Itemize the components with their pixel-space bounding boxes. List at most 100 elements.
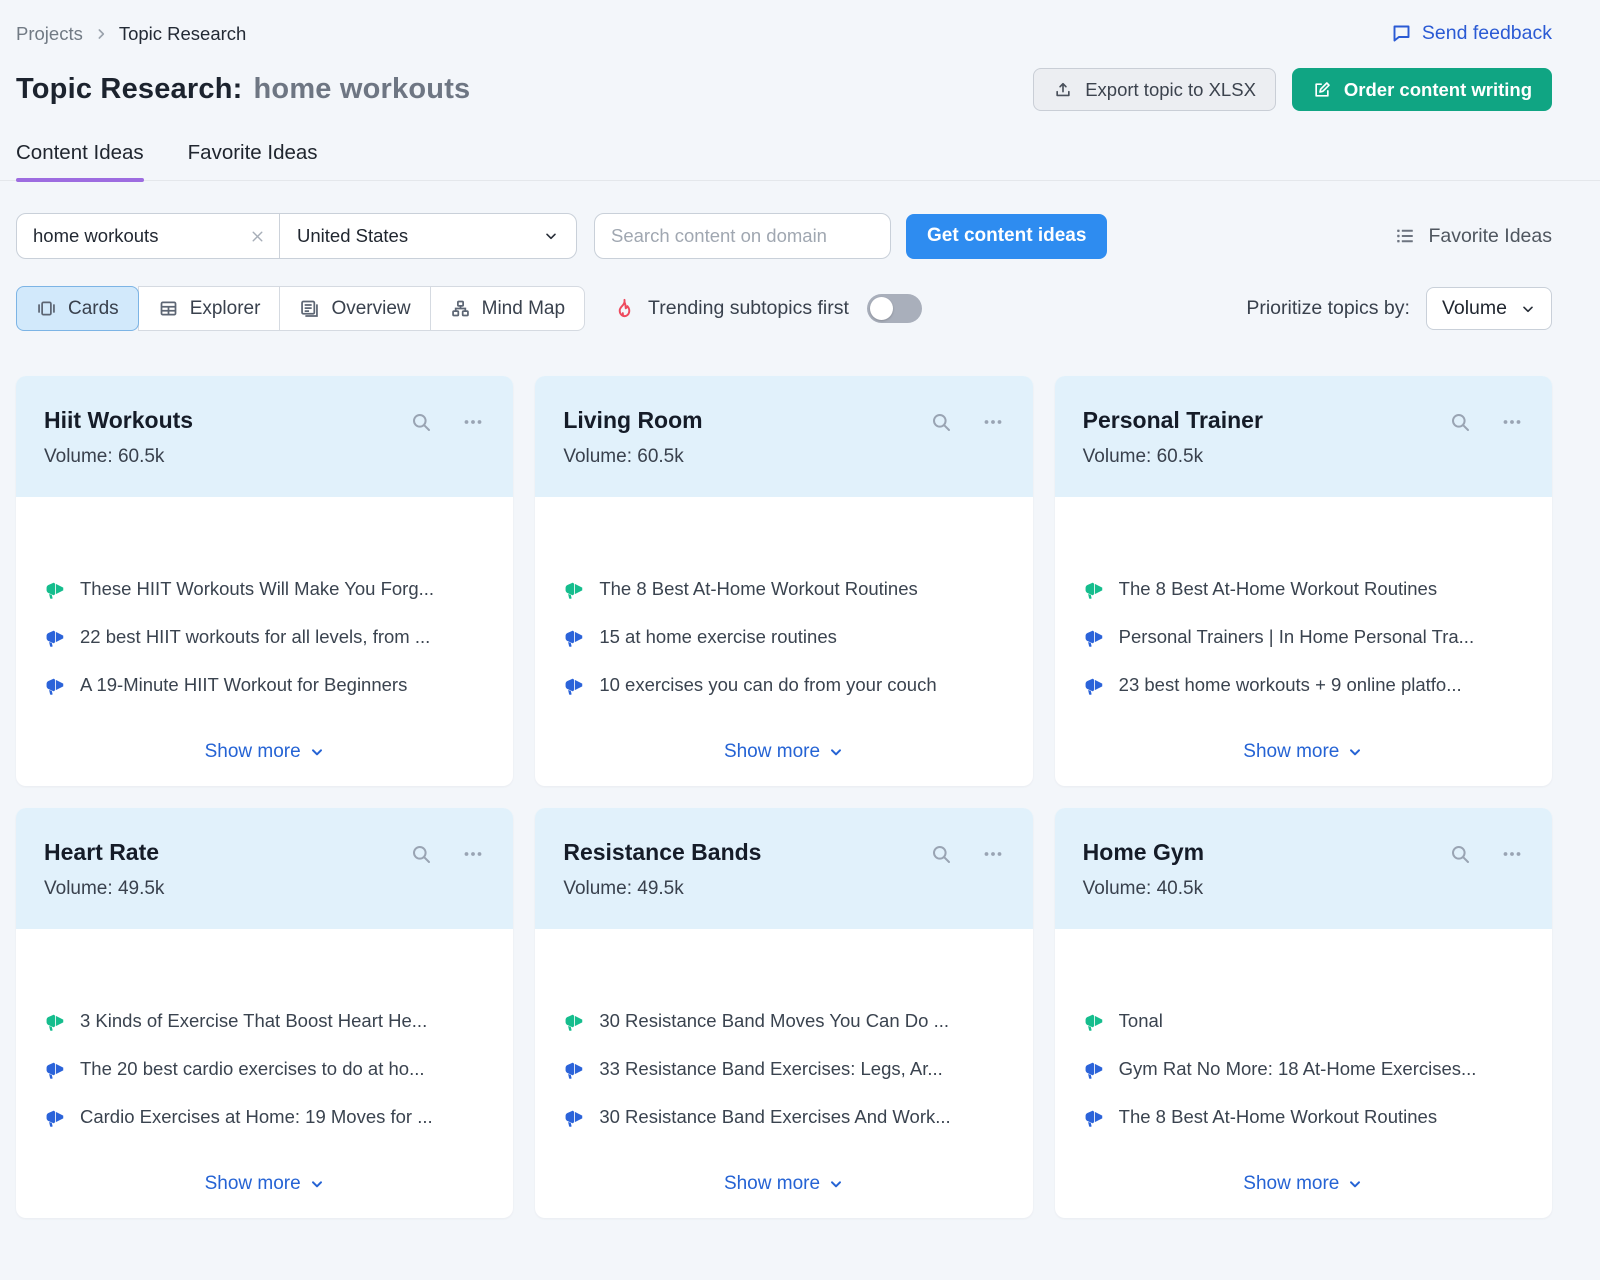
headline-text: 33 Resistance Band Exercises: Legs, Ar..… <box>599 1058 942 1080</box>
card-actions <box>929 410 1005 434</box>
headline-item[interactable]: 3 Kinds of Exercise That Boost Heart He.… <box>44 1010 485 1032</box>
card-volume-value: 40.5k <box>1157 878 1203 899</box>
show-more-button[interactable]: Show more <box>1237 1172 1369 1196</box>
headline-item[interactable]: Gym Rat No More: 18 At-Home Exercises... <box>1083 1058 1524 1080</box>
headline-item[interactable]: The 8 Best At-Home Workout Routines <box>1083 578 1524 600</box>
show-more-button[interactable]: Show more <box>199 1172 331 1196</box>
card-search-icon[interactable] <box>409 842 433 866</box>
card-search-icon[interactable] <box>1448 842 1472 866</box>
page-title: Topic Research:home workouts <box>16 73 470 106</box>
topic-query-input[interactable] <box>17 225 235 247</box>
headline-item[interactable]: The 8 Best At-Home Workout Routines <box>1083 1106 1524 1128</box>
flame-icon <box>613 297 636 320</box>
topic-card: Resistance Bands Volume: 49.5k 30 Resist… <box>535 808 1032 1218</box>
card-search-icon[interactable] <box>409 410 433 434</box>
headline-text: A 19-Minute HIIT Workout for Beginners <box>80 674 407 696</box>
headline-list: The 8 Best At-Home Workout Routines Perso… <box>1083 578 1524 696</box>
card-header: Personal Trainer Volume: 60.5k <box>1055 376 1552 497</box>
tabs-wrap: Content Ideas Favorite Ideas <box>0 141 1600 181</box>
card-title: Hiit Workouts <box>44 407 193 434</box>
card-volume: Volume: 49.5k <box>563 878 1004 900</box>
headline-item[interactable]: These HIIT Workouts Will Make You Forg..… <box>44 578 485 600</box>
page-title-prefix: Topic Research: <box>16 73 242 105</box>
headline-item[interactable]: 33 Resistance Band Exercises: Legs, Ar..… <box>563 1058 1004 1080</box>
card-more-icon[interactable] <box>461 410 485 434</box>
headline-list: Tonal Gym Rat No More: 18 At-Home Exercis… <box>1083 1010 1524 1128</box>
edit-icon <box>1312 80 1332 100</box>
card-title: Home Gym <box>1083 839 1204 866</box>
card-more-icon[interactable] <box>1500 842 1524 866</box>
headline-item[interactable]: Tonal <box>1083 1010 1524 1032</box>
card-body: The 8 Best At-Home Workout Routines 15 at… <box>535 497 1032 786</box>
headline-text: The 8 Best At-Home Workout Routines <box>1119 578 1437 600</box>
card-search-icon[interactable] <box>1448 410 1472 434</box>
send-feedback-link[interactable]: Send feedback <box>1391 22 1552 45</box>
tab-content-ideas[interactable]: Content Ideas <box>16 141 144 180</box>
view-mode-overview[interactable]: Overview <box>279 286 430 331</box>
order-content-writing-button[interactable]: Order content writing <box>1292 68 1552 111</box>
headline-item[interactable]: 30 Resistance Band Moves You Can Do ... <box>563 1010 1004 1032</box>
domain-search-input[interactable] <box>594 213 891 259</box>
title-row: Topic Research:home workouts Export topi… <box>0 68 1600 111</box>
breadcrumb-link[interactable]: Projects <box>16 23 83 45</box>
get-content-ideas-button[interactable]: Get content ideas <box>906 214 1107 259</box>
headline-item[interactable]: The 8 Best At-Home Workout Routines <box>563 578 1004 600</box>
card-more-icon[interactable] <box>1500 410 1524 434</box>
prioritize-value: Volume <box>1442 297 1507 320</box>
headline-list: These HIIT Workouts Will Make You Forg..… <box>44 578 485 696</box>
megaphone-icon <box>1083 1106 1105 1128</box>
view-mode-explorer[interactable]: Explorer <box>138 286 281 331</box>
card-actions <box>409 410 485 434</box>
megaphone-icon <box>563 626 585 648</box>
card-header: Heart Rate Volume: 49.5k <box>16 808 513 929</box>
card-more-icon[interactable] <box>461 842 485 866</box>
export-topic-button[interactable]: Export topic to XLSX <box>1033 68 1276 111</box>
card-more-icon[interactable] <box>981 842 1005 866</box>
megaphone-icon <box>563 1010 585 1032</box>
card-title: Heart Rate <box>44 839 159 866</box>
show-more-label: Show more <box>1243 1173 1339 1195</box>
headline-item[interactable]: Personal Trainers | In Home Personal Tra… <box>1083 626 1524 648</box>
headline-item[interactable]: A 19-Minute HIIT Workout for Beginners <box>44 674 485 696</box>
prioritize-dropdown[interactable]: Volume <box>1426 287 1552 330</box>
headline-item[interactable]: 10 exercises you can do from your couch <box>563 674 1004 696</box>
card-search-icon[interactable] <box>929 410 953 434</box>
tab-favorite-ideas[interactable]: Favorite Ideas <box>188 141 318 180</box>
headline-item[interactable]: 22 best HIIT workouts for all levels, fr… <box>44 626 485 648</box>
card-search-icon[interactable] <box>929 842 953 866</box>
view-mode-label: Mind Map <box>482 298 565 320</box>
chevron-down-icon <box>1347 1176 1363 1192</box>
headline-item[interactable]: 30 Resistance Band Exercises And Work... <box>563 1106 1004 1128</box>
country-select[interactable]: United States <box>280 214 576 258</box>
mindmap-icon <box>450 298 471 319</box>
card-title: Living Room <box>563 407 702 434</box>
headline-item[interactable]: 23 best home workouts + 9 online platfo.… <box>1083 674 1524 696</box>
show-more-button[interactable]: Show more <box>199 740 331 764</box>
show-more-label: Show more <box>1243 741 1339 763</box>
prioritize-label: Prioritize topics by: <box>1246 297 1410 320</box>
megaphone-icon <box>1083 578 1105 600</box>
card-body: The 8 Best At-Home Workout Routines Perso… <box>1055 497 1552 786</box>
chevron-down-icon <box>1520 301 1536 317</box>
topbar: ProjectsTopic Research Send feedback <box>0 0 1600 45</box>
show-more-button[interactable]: Show more <box>718 740 850 764</box>
trending-toggle[interactable] <box>867 294 922 323</box>
favorite-ideas-link[interactable]: Favorite Ideas <box>1394 225 1552 248</box>
view-mode-mind-map[interactable]: Mind Map <box>430 286 585 331</box>
view-mode-label: Cards <box>68 298 119 320</box>
headline-text: Tonal <box>1119 1010 1163 1032</box>
headline-item[interactable]: 15 at home exercise routines <box>563 626 1004 648</box>
show-more-button[interactable]: Show more <box>718 1172 850 1196</box>
headline-text: Cardio Exercises at Home: 19 Moves for .… <box>80 1106 433 1128</box>
clear-query-button[interactable] <box>235 228 279 245</box>
view-mode-cards[interactable]: Cards <box>16 286 139 331</box>
view-bar: CardsExplorerOverviewMind Map Trending s… <box>0 286 1600 331</box>
card-volume-value: 60.5k <box>118 446 164 467</box>
search-controls: United States Get content ideas Favorite… <box>0 213 1600 259</box>
show-more-button[interactable]: Show more <box>1237 740 1369 764</box>
headline-text: 15 at home exercise routines <box>599 626 837 648</box>
headline-item[interactable]: The 20 best cardio exercises to do at ho… <box>44 1058 485 1080</box>
card-body: Tonal Gym Rat No More: 18 At-Home Exercis… <box>1055 929 1552 1218</box>
headline-item[interactable]: Cardio Exercises at Home: 19 Moves for .… <box>44 1106 485 1128</box>
card-more-icon[interactable] <box>981 410 1005 434</box>
